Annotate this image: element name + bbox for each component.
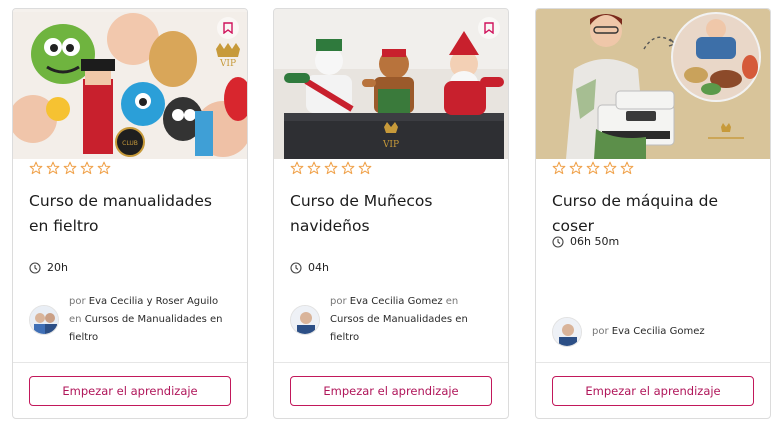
course-card[interactable]: VIP Curso de Muñecos navideños 04h por E… — [273, 8, 509, 419]
bookmark-button[interactable] — [478, 17, 500, 39]
felt-toys-image: VIP CLUB — [13, 9, 247, 159]
clock-icon — [552, 235, 564, 248]
author-prefix: por — [330, 296, 347, 307]
author-meta: por Eva Cecilia Gomez en Cursos de Manua… — [330, 293, 495, 347]
author-meta: por Eva Cecilia Gomez — [592, 323, 705, 341]
bookmark-icon — [484, 22, 494, 34]
category-link[interactable]: Cursos de Manualidades en fieltro — [330, 314, 468, 343]
author-avatar[interactable] — [29, 305, 59, 335]
vip-badge: VIP — [219, 59, 236, 69]
course-title[interactable]: Curso de máquina de coser — [552, 189, 757, 239]
star-outline-icon — [552, 161, 566, 175]
bookmark-button[interactable] — [217, 17, 239, 39]
club-seal: CLUB — [122, 140, 138, 147]
course-duration: 04h — [290, 261, 329, 274]
duration-value: 06h 50m — [570, 235, 620, 248]
sewing-machine-image — [536, 9, 770, 159]
start-learning-button[interactable]: Empezar el aprendizaje — [290, 376, 492, 406]
course-title[interactable]: Curso de manualidades en fieltro — [29, 189, 234, 239]
star-outline-icon — [341, 161, 355, 175]
author-prefix: por — [592, 326, 609, 337]
clock-icon — [29, 261, 41, 274]
star-outline-icon — [358, 161, 372, 175]
author-link[interactable]: Eva Cecilia y Roser Aguilo — [89, 296, 218, 307]
star-outline-icon — [569, 161, 583, 175]
author-info: por Eva Cecilia Gomez en Cursos de Manua… — [290, 293, 495, 347]
category-link[interactable]: Cursos de Manualidades en fieltro — [69, 314, 223, 343]
course-title[interactable]: Curso de Muñecos navideños — [290, 189, 495, 239]
rating-stars — [29, 161, 111, 175]
category-prefix: en — [445, 296, 459, 307]
star-outline-icon — [586, 161, 600, 175]
star-outline-icon — [290, 161, 304, 175]
author-avatar[interactable] — [552, 317, 582, 347]
category-prefix: en — [69, 314, 82, 325]
start-learning-button[interactable]: Empezar el aprendizaje — [29, 376, 231, 406]
start-learning-button[interactable]: Empezar el aprendizaje — [552, 376, 754, 406]
bookmark-icon — [223, 22, 233, 34]
christmas-dolls-image: VIP — [274, 9, 508, 159]
star-outline-icon — [80, 161, 94, 175]
clock-icon — [290, 261, 302, 274]
avatar-image — [30, 306, 58, 334]
vip-badge: VIP — [382, 140, 399, 150]
star-outline-icon — [46, 161, 60, 175]
avatar-image — [553, 318, 581, 346]
rating-stars — [552, 161, 634, 175]
author-info: por Eva Cecilia y Roser Aguilo en Cursos… — [29, 293, 234, 347]
card-divider — [13, 362, 247, 363]
card-divider — [536, 362, 770, 363]
author-prefix: por — [69, 296, 86, 307]
course-thumbnail[interactable]: VIP CLUB — [13, 9, 247, 159]
course-card[interactable]: VIP CLUB Curso de manualidades en fieltr… — [12, 8, 248, 419]
duration-value: 04h — [308, 261, 329, 274]
author-info: por Eva Cecilia Gomez — [552, 317, 757, 347]
star-outline-icon — [324, 161, 338, 175]
course-card[interactable]: Curso de máquina de coser 06h 50m por Ev… — [535, 8, 771, 419]
author-link[interactable]: Eva Cecilia Gomez — [612, 326, 705, 337]
author-link[interactable]: Eva Cecilia Gomez — [350, 296, 443, 307]
star-outline-icon — [603, 161, 617, 175]
card-divider — [274, 362, 508, 363]
course-thumbnail[interactable]: VIP — [274, 9, 508, 159]
rating-stars — [290, 161, 372, 175]
star-outline-icon — [307, 161, 321, 175]
star-outline-icon — [97, 161, 111, 175]
course-thumbnail[interactable] — [536, 9, 770, 159]
author-meta: por Eva Cecilia y Roser Aguilo en Cursos… — [69, 293, 234, 347]
star-outline-icon — [29, 161, 43, 175]
course-duration: 06h 50m — [552, 235, 619, 248]
star-outline-icon — [620, 161, 634, 175]
star-outline-icon — [63, 161, 77, 175]
author-avatar[interactable] — [290, 305, 320, 335]
avatar-image — [291, 306, 319, 334]
duration-value: 20h — [47, 261, 68, 274]
course-duration: 20h — [29, 261, 68, 274]
